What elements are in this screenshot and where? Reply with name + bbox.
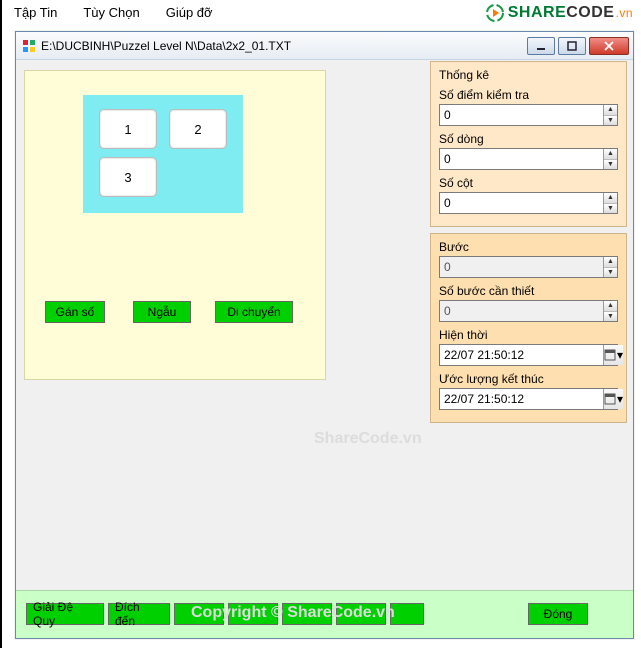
step-spinner: ▲▼ — [603, 257, 617, 277]
eta-label: Ước lượng kết thúc — [439, 372, 618, 386]
title-bar: E:\DUCBINH\Puzzel Level N\Data\2x2_01.TX… — [16, 32, 633, 60]
stub-button-2[interactable] — [228, 603, 278, 625]
tile-1[interactable]: 1 — [99, 109, 157, 149]
rows-input[interactable]: ▲▼ — [439, 148, 618, 170]
cols-label: Số cột — [439, 176, 618, 190]
move-button[interactable]: Di chuyển — [215, 301, 293, 323]
step-input: ▲▼ — [439, 256, 618, 278]
stub-button-5[interactable] — [390, 603, 424, 625]
brand-code: CODE — [566, 4, 614, 22]
brand-vn: .vn — [615, 6, 633, 20]
brand-logo: SHARECODE.vn — [484, 2, 633, 24]
needed-value — [440, 301, 603, 321]
stub-button-3[interactable] — [282, 603, 332, 625]
watermark-center: ShareCode.vn — [314, 430, 422, 448]
close-window-button[interactable] — [589, 37, 629, 55]
random-button[interactable]: Ngẫu — [133, 301, 191, 323]
minimize-button[interactable] — [527, 37, 555, 55]
stats-panel: Thống kê Số điểm kiểm tra ▲▼ Số dòng ▲▼ — [430, 61, 627, 561]
menu-file[interactable]: Tập Tin — [14, 5, 57, 20]
step-label: Bước — [439, 240, 618, 254]
puzzle-panel: 1 2 3 Gán số Ngẫu Di chuyển — [24, 70, 326, 380]
stub-button-4[interactable] — [336, 603, 386, 625]
stats-heading: Thống kê — [439, 68, 618, 82]
eta-input[interactable]: ▾ — [439, 388, 618, 410]
calendar-icon[interactable]: ▾ — [603, 389, 623, 409]
testpoints-input[interactable]: ▲▼ — [439, 104, 618, 126]
rows-spinner[interactable]: ▲▼ — [603, 149, 617, 169]
now-label: Hiện thời — [439, 328, 618, 342]
menu-options[interactable]: Tùy Chọn — [83, 5, 139, 20]
window-title: E:\DUCBINH\Puzzel Level N\Data\2x2_01.TX… — [41, 39, 527, 53]
now-input[interactable]: ▾ — [439, 344, 618, 366]
needed-label: Số bước cần thiết — [439, 284, 618, 298]
brand-share: SHARE — [508, 4, 567, 22]
tile-3[interactable]: 3 — [99, 157, 157, 197]
step-value — [440, 257, 603, 277]
app-icon — [22, 39, 36, 53]
testpoints-value[interactable] — [440, 105, 603, 125]
assign-button[interactable]: Gán số — [45, 301, 105, 323]
maximize-button[interactable] — [558, 37, 586, 55]
stub-button-1[interactable] — [174, 603, 224, 625]
cols-spinner[interactable]: ▲▼ — [603, 193, 617, 213]
recurse-button[interactable]: Giải Đệ Quy — [26, 603, 104, 625]
tile-2[interactable]: 2 — [169, 109, 227, 149]
calendar-icon[interactable]: ▾ — [603, 345, 623, 365]
close-button[interactable]: Đóng — [528, 603, 588, 625]
needed-spinner: ▲▼ — [603, 301, 617, 321]
destination-button[interactable]: Đích đến — [108, 603, 170, 625]
rows-label: Số dòng — [439, 132, 618, 146]
testpoints-label: Số điểm kiểm tra — [439, 88, 618, 102]
cols-value[interactable] — [440, 193, 603, 213]
eta-value[interactable] — [440, 389, 603, 409]
puzzle-board: 1 2 3 — [83, 95, 243, 213]
needed-input: ▲▼ — [439, 300, 618, 322]
testpoints-spinner[interactable]: ▲▼ — [603, 105, 617, 125]
now-value[interactable] — [440, 345, 603, 365]
cols-input[interactable]: ▲▼ — [439, 192, 618, 214]
menu-help[interactable]: Giúp đỡ — [166, 5, 213, 20]
rows-value[interactable] — [440, 149, 603, 169]
app-window: E:\DUCBINH\Puzzel Level N\Data\2x2_01.TX… — [15, 31, 634, 639]
bottom-bar: Giải Đệ Quy Đích đến Đóng — [16, 590, 633, 638]
